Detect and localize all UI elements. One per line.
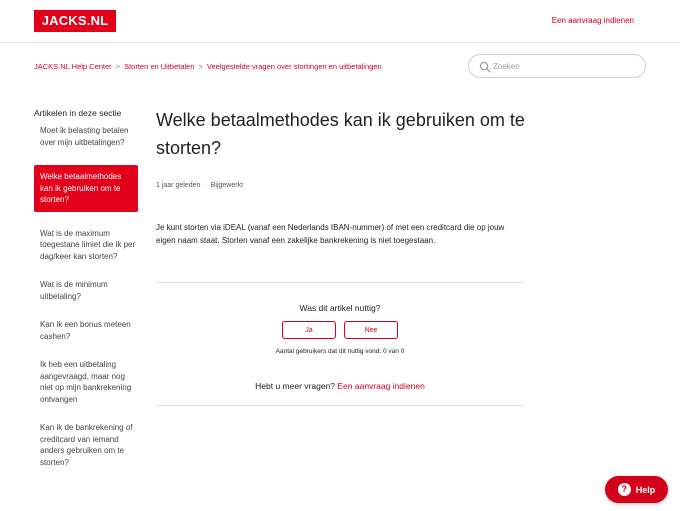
sidebar-item-betaalmethodes-active[interactable]: Welke betaalmethodes kan ik gebruiken om… <box>34 165 138 212</box>
vote-no-button[interactable]: Nee <box>344 321 398 339</box>
breadcrumb-storten-uitbetalen[interactable]: Storten en Uitbetalen <box>124 62 194 71</box>
vote-yes-button[interactable]: Ja <box>282 321 336 339</box>
site-header: JACKS.NL Een aanvraag indienen <box>0 0 680 43</box>
search-box[interactable] <box>468 54 646 78</box>
jacks-logo[interactable]: JACKS.NL <box>34 10 116 32</box>
more-questions: Hebt u meer vragen? Een aanvraag indiene… <box>156 381 524 391</box>
vote-count: Aantal gebruikers dat dit nuttig vond: 0… <box>275 348 405 355</box>
breadcrumb-faq-section[interactable]: Veelgestelde vragen over stortingen en u… <box>207 62 382 71</box>
breadcrumb-help-center[interactable]: JACKS.NL Help Center <box>34 62 112 71</box>
submit-request-link[interactable]: Een aanvraag indienen <box>552 16 634 25</box>
article-body: Je kunt storten via iDEAL (vanaf een Ned… <box>156 223 505 245</box>
article-time: 1 jaar geleden <box>156 182 201 189</box>
question-icon: ? <box>617 483 631 496</box>
article-vote: Was dit artikel nuttig? Ja Nee Aantal ge… <box>156 303 524 355</box>
sidebar-item-minimum-uitbetaling[interactable]: Wat is de minimum uitbetaling? <box>34 279 144 302</box>
sidebar-item-uitbetaling-niet-ontvangen[interactable]: Ik heb een uitbetaling aangevraagd, maar… <box>34 359 144 405</box>
article-updated: Bijgewerkt <box>210 182 244 189</box>
meta-separator: · <box>204 182 207 189</box>
vote-question: Was dit artikel nuttig? <box>299 303 381 313</box>
sidebar-item-bonus-cashen[interactable]: Kan ik een bonus meteen cashen? <box>34 319 144 342</box>
article: Welke betaalmethodes kan ik gebruiken om… <box>156 106 526 247</box>
breadcrumb: JACKS.NL Help Center > Storten en Uitbetal… <box>34 62 382 71</box>
breadcrumb-separator: > <box>198 62 203 71</box>
sidebar-title: Artikelen in deze sectie <box>34 108 122 118</box>
search-input[interactable] <box>493 58 638 74</box>
more-questions-request-link[interactable]: Een aanvraag indienen <box>337 381 424 391</box>
breadcrumb-separator: > <box>115 62 121 71</box>
sidebar-item-andermans-rekening[interactable]: Kan ik de bankrekening of creditcard van… <box>34 422 144 468</box>
section-articles-sidebar: Artikelen in deze sectie Moet ik belasti… <box>34 108 144 485</box>
article-title: Welke betaalmethodes kan ik gebruiken om… <box>156 110 525 158</box>
article-meta: 1 jaar geleden · Bijgewerkt <box>156 182 526 189</box>
vote-buttons: Ja Nee <box>156 321 524 339</box>
sidebar-item-belasting[interactable]: Moet ik belasting betalen over mijn uitb… <box>34 125 144 148</box>
more-questions-text: Hebt u meer vragen? <box>255 381 336 391</box>
search-icon <box>479 61 491 73</box>
divider <box>156 405 524 406</box>
help-button[interactable]: ? Help <box>605 476 668 503</box>
sidebar-item-maximum-limiet[interactable]: Wat is de maximum toegestane limiet die … <box>34 228 144 263</box>
help-button-label: Help <box>635 484 656 495</box>
divider <box>156 282 524 283</box>
